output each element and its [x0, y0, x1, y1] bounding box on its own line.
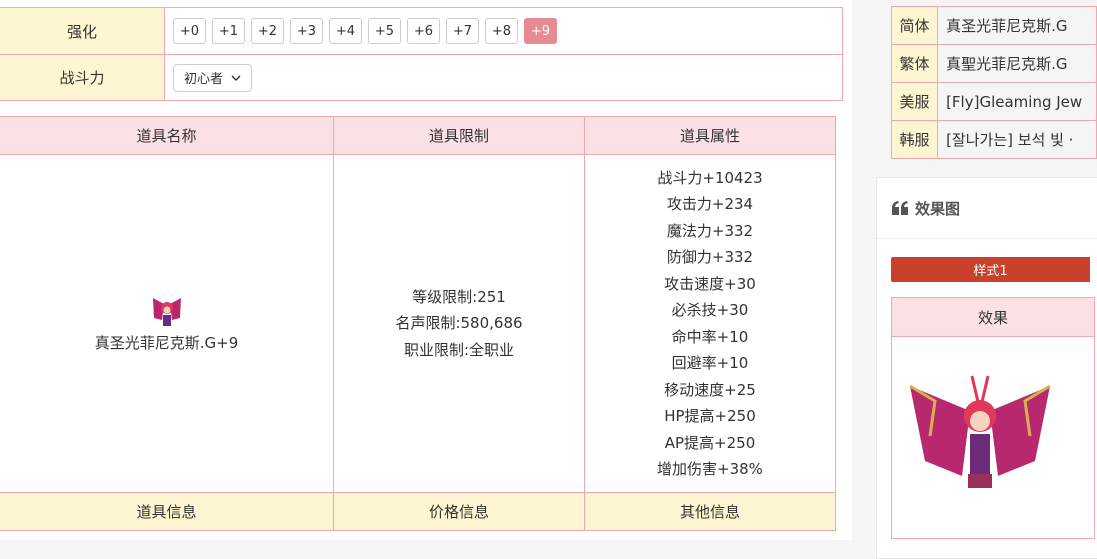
attribute-item: 攻击速度+30	[664, 274, 756, 293]
restriction-job: 职业限制:全职业	[403, 340, 515, 359]
header-item-name: 道具名称	[0, 116, 334, 155]
effect-table: 效果	[891, 297, 1095, 539]
name-value-tw: 真聖光菲尼克斯.G	[937, 44, 1097, 83]
restriction-list: 等级限制:251 名声限制:580,686 职业限制:全职业	[334, 284, 584, 364]
enhance-button-6[interactable]: +6	[407, 18, 440, 44]
effect-card: 效果图 样式1 效果	[876, 177, 1097, 559]
restriction-level: 等级限制:251	[412, 287, 506, 306]
item-sprite-icon	[152, 298, 181, 326]
style-tab[interactable]: 样式1	[891, 257, 1090, 282]
enhance-button-9[interactable]: +9	[524, 18, 557, 44]
enhance-button-7[interactable]: +7	[446, 18, 479, 44]
restriction-fame: 名声限制:580,686	[395, 314, 523, 333]
enhance-button-8[interactable]: +8	[485, 18, 518, 44]
name-value-kr: [잘나가는] 보석 빛 ·	[937, 120, 1097, 159]
attribute-item: 魔法力+332	[666, 221, 754, 240]
attribute-item: HP提高+250	[664, 407, 756, 425]
attribute-item: 必杀技+30	[671, 301, 749, 319]
item-name: 真圣光菲尼克斯.G+9	[94, 334, 239, 352]
attribute-item: 移动速度+25	[664, 380, 756, 399]
enhance-button-0[interactable]: +0	[173, 18, 206, 44]
name-label-cn: 简体	[890, 6, 939, 45]
name-table: 简体 真圣光菲尼克斯.G 繁体 真聖光菲尼克斯.G 美服 [Fly]Gleami…	[890, 6, 1097, 159]
attribute-item: 增加伤害+38%	[657, 460, 763, 478]
enhance-button-4[interactable]: +4	[329, 18, 362, 44]
attribute-item: 回避率+10	[671, 354, 749, 372]
combat-select-value: 初心者	[184, 72, 224, 87]
attribute-item: 命中率+10	[671, 327, 749, 346]
item-table: 道具名称 道具限制 道具属性 真圣光菲尼克斯.G+9 等级限制:251 名声限制…	[0, 116, 836, 531]
attribute-item: 防御力+332	[666, 248, 754, 266]
name-label-kr: 韩服	[890, 120, 939, 159]
enhance-button-2[interactable]: +2	[251, 18, 284, 44]
chevron-down-icon	[231, 75, 241, 81]
header-other-info: 其他信息	[584, 492, 836, 531]
quote-icon	[892, 201, 908, 215]
name-value-cn: 真圣光菲尼克斯.G	[937, 6, 1097, 45]
attribute-list: 战斗力+10423 攻击力+234 魔法力+332 防御力+332 攻击速度+3…	[585, 165, 835, 483]
combat-select[interactable]: 初心者	[173, 63, 253, 92]
enhance-level-group: +0 +1 +2 +3 +4 +5 +6 +7 +8 +9	[173, 18, 842, 44]
attribute-item: 攻击力+234	[666, 195, 754, 213]
attribute-item: 战斗力+10423	[657, 168, 763, 187]
combat-label: 战斗力	[0, 54, 165, 101]
name-label-tw: 繁体	[890, 44, 939, 83]
effect-header: 效果	[891, 297, 1095, 337]
header-price-info: 价格信息	[333, 492, 585, 531]
enhance-button-1[interactable]: +1	[212, 18, 245, 44]
header-item-info: 道具信息	[0, 492, 334, 531]
name-value-us: [Fly]Gleaming Jew	[937, 82, 1097, 121]
header-item-restriction: 道具限制	[333, 116, 585, 155]
main-content: 强化 +0 +1 +2 +3 +4 +5 +6 +7 +8 +9 战斗力 初心者…	[0, 0, 852, 540]
settings-table: 强化 +0 +1 +2 +3 +4 +5 +6 +7 +8 +9 战斗力 初心者	[0, 7, 843, 101]
enhance-label: 强化	[0, 7, 165, 55]
name-label-us: 美服	[890, 82, 939, 121]
effect-card-title: 效果图	[915, 199, 961, 218]
enhance-button-5[interactable]: +5	[368, 18, 401, 44]
effect-preview-image	[909, 375, 1051, 488]
enhance-button-3[interactable]: +3	[290, 18, 323, 44]
header-item-attributes: 道具属性	[584, 116, 836, 155]
attribute-item: AP提高+250	[664, 433, 756, 452]
